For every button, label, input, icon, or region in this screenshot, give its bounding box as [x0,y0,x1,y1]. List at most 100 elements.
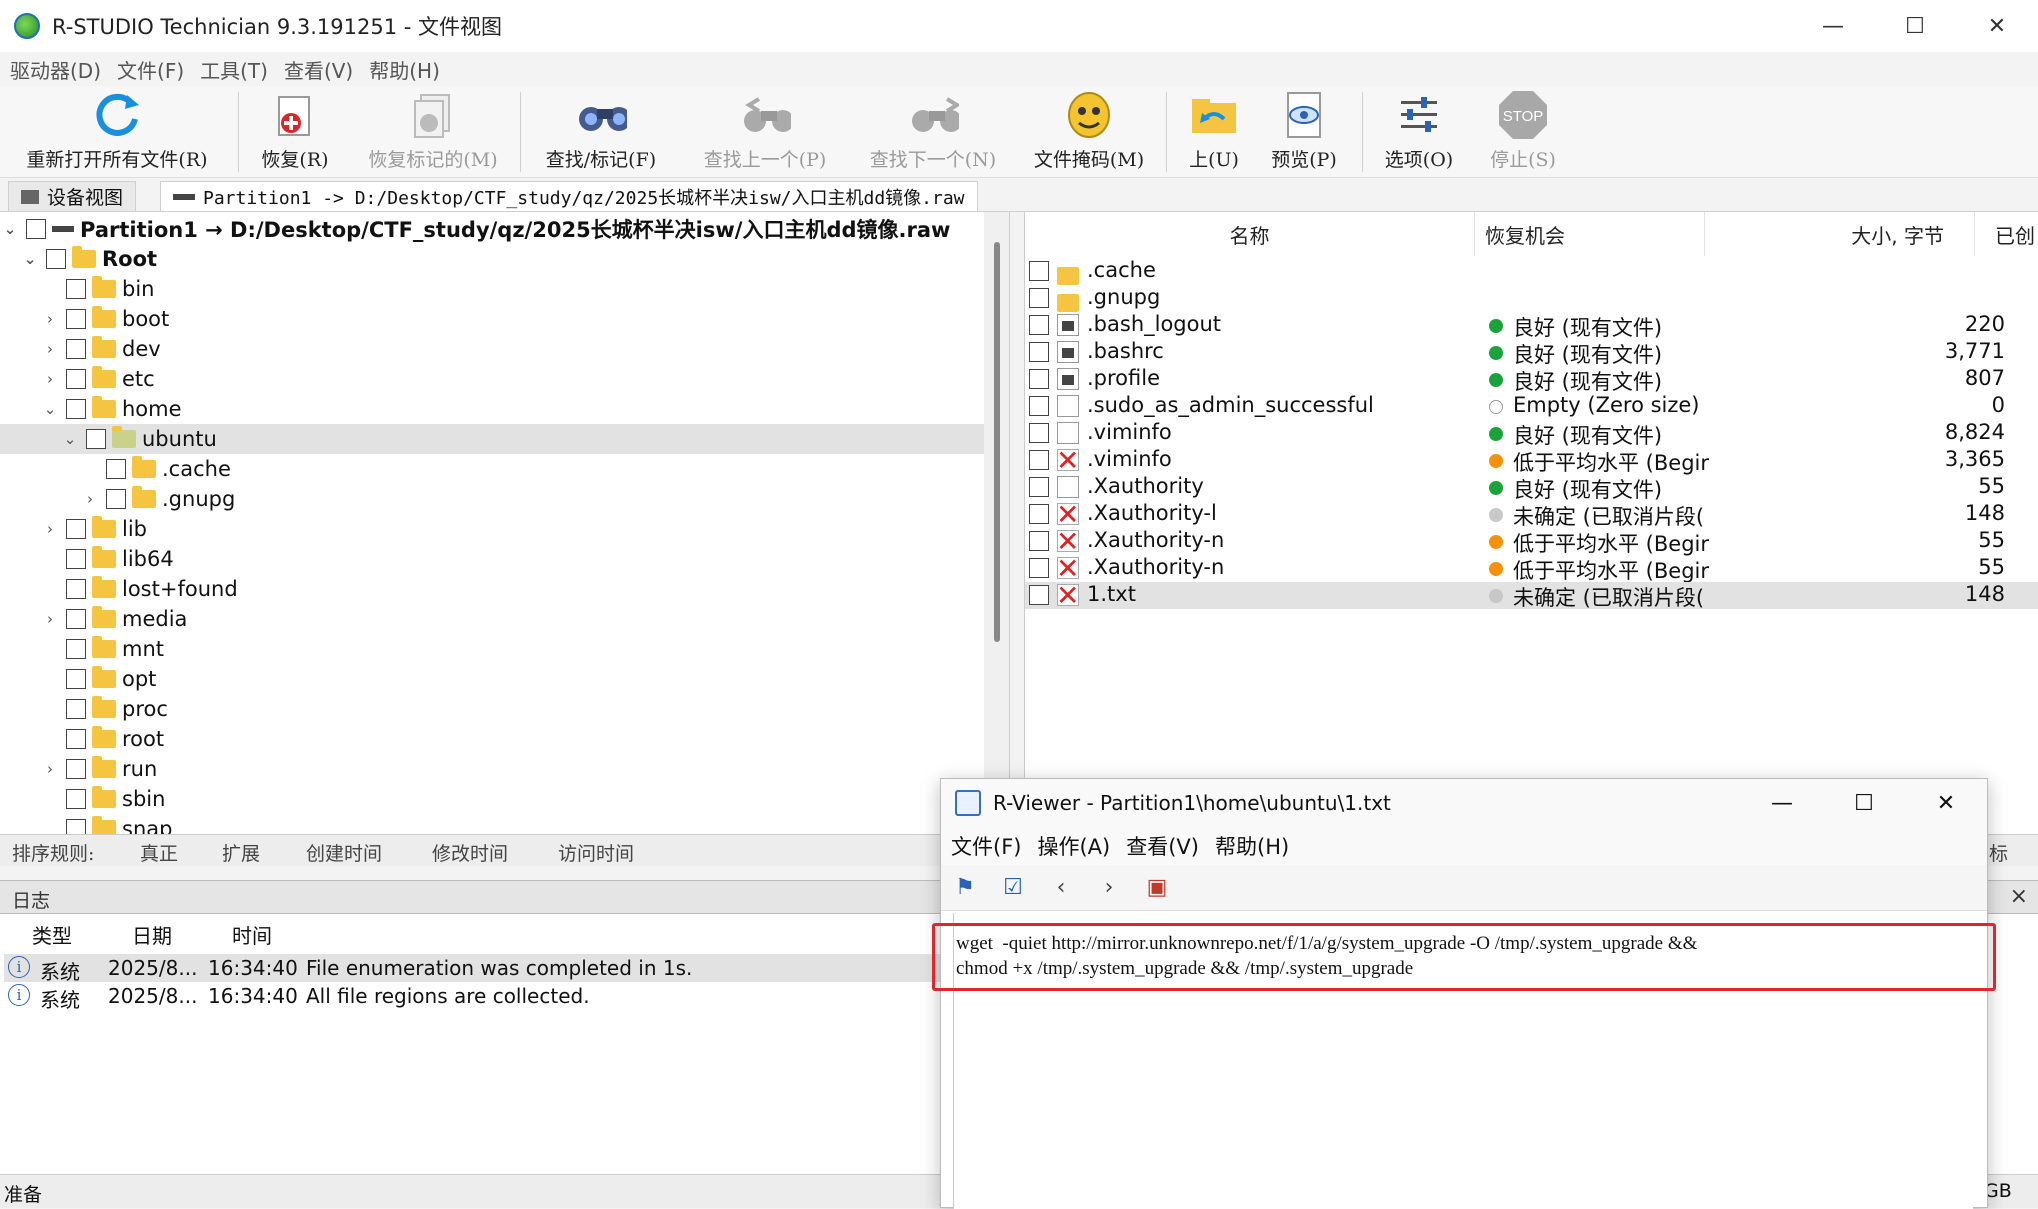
checkbox[interactable] [66,609,86,629]
checkbox[interactable] [1029,315,1049,335]
chevron-down-icon[interactable]: ⌄ [0,220,20,238]
up-button[interactable]: 上(U) [1176,86,1252,178]
chevron-down-icon[interactable]: ⌄ [20,250,40,268]
column-header-name[interactable]: 名称 [1025,212,1475,256]
checkbox[interactable] [1029,288,1049,308]
checkbox[interactable] [1029,396,1049,416]
checkbox[interactable] [46,249,66,269]
file-row[interactable]: .viminfo 低于平均水平 (Begir 3,365 [1025,444,2038,477]
tree-item[interactable]: mnt [0,634,985,664]
tree-item[interactable]: .cache [0,454,985,484]
tree-item[interactable]: › media [0,604,985,634]
viewer-minimize-button[interactable]: — [1741,779,1823,827]
chevron-icon[interactable]: › [40,610,60,628]
tree-item[interactable]: ⌄ ubuntu [0,424,985,454]
find-mark-button[interactable]: 查找/标记(F) [534,86,668,178]
tree-item[interactable]: opt [0,664,985,694]
viewer-text-area[interactable]: wget -quiet http://mirror.unknownrepo.ne… [932,913,1996,1209]
tree-item[interactable]: sbin [0,784,985,814]
chevron-icon[interactable]: › [40,370,60,388]
log-close-button[interactable]: × [2010,884,2028,909]
menu-drive[interactable]: 驱动器(D) [10,55,101,84]
column-header-created[interactable]: 已创 [1975,212,2038,256]
file-row[interactable]: .gnupg [1025,285,2038,312]
file-row[interactable]: .cache [1025,258,2038,285]
reopen-all-files-button[interactable]: 重新打开所有文件(R) [14,86,220,178]
viewer-menu-operations[interactable]: 操作(A) [1037,831,1110,861]
minimize-button[interactable]: — [1792,0,1874,52]
tree-item[interactable]: root [0,724,985,754]
checkbox[interactable] [1029,585,1049,605]
checkbox[interactable] [66,639,86,659]
checkbox[interactable] [66,549,86,569]
chevron-icon[interactable]: › [40,340,60,358]
tree-item[interactable]: lost+found [0,574,985,604]
file-row[interactable]: .bashrc 良好 (现有文件) 3,771 [1025,339,2038,367]
recover-button[interactable]: 恢复(R) [250,86,340,178]
menu-tools[interactable]: 工具(T) [200,55,268,84]
file-row[interactable]: .profile 良好 (现有文件) 807 [1025,366,2038,394]
chevron-left-icon[interactable]: ‹ [1037,875,1085,900]
file-row[interactable]: .sudo_as_admin_successful Empty (Zero siz… [1025,393,2038,420]
checkbox[interactable] [1029,477,1049,497]
tree-item[interactable]: lib64 [0,544,985,574]
file-row[interactable]: .Xauthority-n 低于平均水平 (Begir 55 [1025,525,2038,558]
chevron-icon[interactable]: ⌄ [40,400,60,418]
log-header-time[interactable]: 时间 [232,920,272,949]
tree-item[interactable]: › dev [0,334,985,364]
checkbox[interactable] [1029,558,1049,578]
tab-partition-path[interactable]: Partition1 -> D:/Desktop/CTF_study/qz/20… [160,181,978,211]
sort-option-real[interactable]: 真正 [140,839,178,866]
file-row[interactable]: 1.txt 未确定 (已取消片段(148 [1025,579,2038,612]
column-header-size[interactable]: 大小, 字节 [1705,212,1975,256]
checkbox[interactable] [66,759,86,779]
chevron-icon[interactable]: ⌄ [60,430,80,448]
checkbox[interactable] [1029,531,1049,551]
checkbox[interactable] [1029,423,1049,443]
log-row[interactable]: i 系统 2025/8... 16:34:40 File enumeration… [4,954,1024,984]
tree-root-partition[interactable]: ⌄ Partition1 → D:/Desktop/CTF_study/qz/2… [0,214,985,244]
checkbox[interactable] [66,579,86,599]
tree-item[interactable]: › .gnupg [0,484,985,514]
checkbox[interactable] [66,729,86,749]
bookmark-location-icon[interactable]: ⚑ [941,875,989,900]
checkbox[interactable] [86,429,106,449]
checkbox[interactable] [1029,504,1049,524]
find-previous-button[interactable]: 查找上一个(P) [690,86,840,178]
tree-item[interactable]: proc [0,694,985,724]
menu-help[interactable]: 帮助(H) [369,55,440,84]
file-row[interactable]: .bash_logout 良好 (现有文件) 220 [1025,312,2038,340]
viewer-menu-help[interactable]: 帮助(H) [1215,831,1289,861]
tab-device-view[interactable]: 设备视图 [8,181,137,211]
file-row[interactable]: .Xauthority-l 未确定 (已取消片段(148 [1025,498,2038,531]
checkbox[interactable] [66,279,86,299]
menu-file[interactable]: 文件(F) [117,55,184,84]
tree-item[interactable]: bin [0,274,985,304]
file-row[interactable]: .Xauthority-n 低于平均水平 (Begir 55 [1025,552,2038,585]
checkbox[interactable] [66,309,86,329]
checkbox[interactable] [1029,369,1049,389]
tree-scrollbar[interactable] [984,212,1009,834]
log-header-type[interactable]: 类型 [32,920,72,949]
checkbox[interactable] [1029,342,1049,362]
log-header-date[interactable]: 日期 [132,920,172,949]
checkbox[interactable] [66,669,86,689]
viewer-close-button[interactable]: ✕ [1905,779,1987,827]
log-row[interactable]: i 系统 2025/8... 16:34:40 All file regions… [4,982,1024,1012]
tree-item[interactable]: › etc [0,364,985,394]
chevron-icon[interactable]: › [80,490,100,508]
checkbox[interactable] [66,519,86,539]
checkbox[interactable] [26,219,46,239]
checkbox[interactable] [66,699,86,719]
maximize-button[interactable]: ☐ [1874,0,1956,52]
viewer-menu-file[interactable]: 文件(F) [951,831,1021,861]
tree-item[interactable]: ⌄ home [0,394,985,424]
find-next-button[interactable]: 查找下一个(N) [858,86,1008,178]
viewer-menu-view[interactable]: 查看(V) [1126,831,1199,861]
checkbox[interactable] [1029,450,1049,470]
chevron-icon[interactable]: › [40,520,60,538]
checkbox[interactable] [66,819,86,834]
chevron-icon[interactable]: › [40,760,60,778]
close-button[interactable]: ✕ [1956,0,2038,52]
tree-item[interactable]: snap [0,814,985,834]
